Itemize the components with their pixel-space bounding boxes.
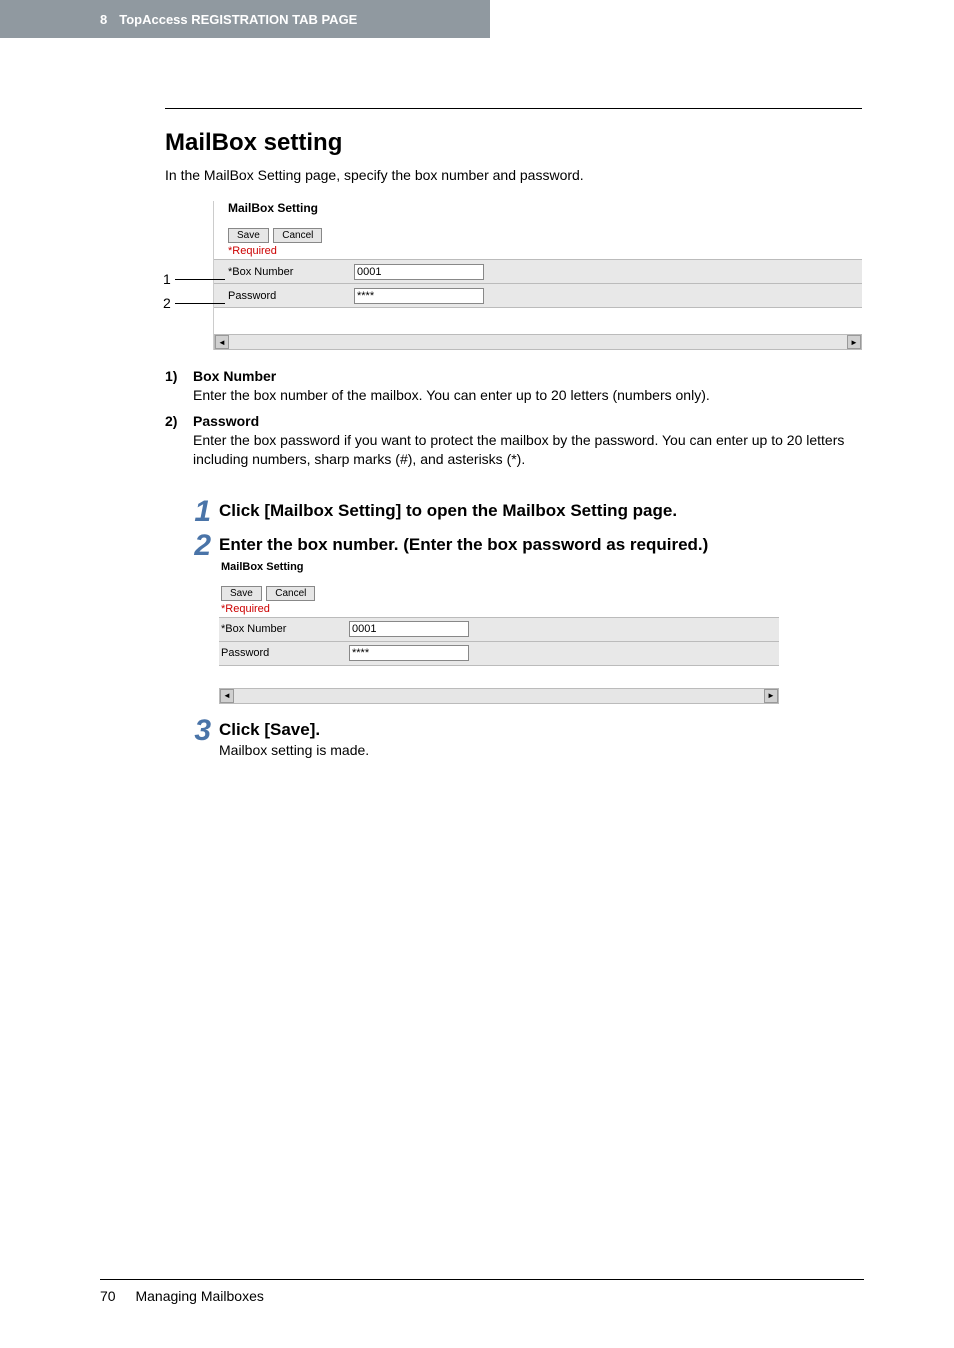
save-button[interactable]: Save <box>228 228 269 243</box>
box-number-label: *Box Number <box>219 623 349 635</box>
password-input[interactable] <box>349 645 469 661</box>
page-footer: 70 Managing Mailboxes <box>100 1279 864 1304</box>
list-item: 2) Password Enter the box password if yo… <box>165 413 862 469</box>
item-number: 1) <box>165 368 193 405</box>
list-item: 1) Box Number Enter the box number of th… <box>165 368 862 405</box>
form-row-box-number: *Box Number <box>219 618 779 642</box>
step-heading: Click [Save]. <box>219 720 862 740</box>
item-number: 2) <box>165 413 193 469</box>
item-title: Box Number <box>193 368 862 384</box>
scroll-left-icon[interactable]: ◄ <box>220 689 234 703</box>
required-label: *Required <box>219 603 779 618</box>
scroll-right-icon[interactable]: ► <box>847 335 861 349</box>
item-text: Enter the box password if you want to pr… <box>193 431 862 469</box>
item-text: Enter the box number of the mailbox. You… <box>193 386 862 405</box>
cancel-button[interactable]: Cancel <box>266 586 315 601</box>
step-text: Mailbox setting is made. <box>219 742 862 758</box>
screenshot-mailbox-setting-2: MailBox Setting Save Cancel *Required *B… <box>219 561 779 704</box>
callout-2: 2 <box>163 295 171 311</box>
divider <box>165 108 862 109</box>
callout-line-2 <box>175 303 225 304</box>
page-number: 70 <box>100 1288 116 1304</box>
step-3: 3 Click [Save]. Mailbox setting is made. <box>185 716 862 758</box>
save-button[interactable]: Save <box>221 586 262 601</box>
callout-line-1 <box>175 279 225 280</box>
step-number: 2 <box>185 531 219 712</box>
step-2: 2 Enter the box number. (Enter the box p… <box>185 531 862 712</box>
password-label: Password <box>219 647 349 659</box>
screenshot-mailbox-setting-1: 1 2 MailBox Setting Save Cancel *Require… <box>165 201 862 350</box>
step-heading: Enter the box number. (Enter the box pas… <box>219 535 862 555</box>
item-title: Password <box>193 413 862 429</box>
chapter-number: 8 <box>100 12 107 27</box>
form-row-password: Password <box>219 642 779 666</box>
panel-title: MailBox Setting <box>219 561 779 573</box>
password-input[interactable] <box>354 288 484 304</box>
step-heading: Click [Mailbox Setting] to open the Mail… <box>219 501 862 521</box>
section-title: MailBox setting <box>165 129 862 157</box>
step-1: 1 Click [Mailbox Setting] to open the Ma… <box>185 497 862 527</box>
callout-1: 1 <box>163 271 171 287</box>
page-header: 8 TopAccess REGISTRATION TAB PAGE <box>0 0 490 38</box>
password-label: Password <box>214 290 354 302</box>
scroll-left-icon[interactable]: ◄ <box>215 335 229 349</box>
step-number: 1 <box>185 497 219 527</box>
chapter-title: TopAccess REGISTRATION TAB PAGE <box>119 12 357 27</box>
required-label: *Required <box>214 245 862 260</box>
box-number-input[interactable] <box>349 621 469 637</box>
form-row-password: Password <box>214 284 862 308</box>
panel-title: MailBox Setting <box>214 201 862 215</box>
field-descriptions: 1) Box Number Enter the box number of th… <box>165 368 862 469</box>
horizontal-scrollbar[interactable]: ◄ ► <box>219 688 779 704</box>
cancel-button[interactable]: Cancel <box>273 228 322 243</box>
form-row-box-number: *Box Number <box>214 260 862 284</box>
horizontal-scrollbar[interactable]: ◄ ► <box>214 334 862 350</box>
footer-section: Managing Mailboxes <box>135 1288 263 1304</box>
scroll-right-icon[interactable]: ► <box>764 689 778 703</box>
steps-list: 1 Click [Mailbox Setting] to open the Ma… <box>185 497 862 758</box>
box-number-input[interactable] <box>354 264 484 280</box>
section-intro: In the MailBox Setting page, specify the… <box>165 167 862 183</box>
footer-divider <box>100 1279 864 1280</box>
box-number-label: *Box Number <box>214 266 354 278</box>
step-number: 3 <box>185 716 219 758</box>
